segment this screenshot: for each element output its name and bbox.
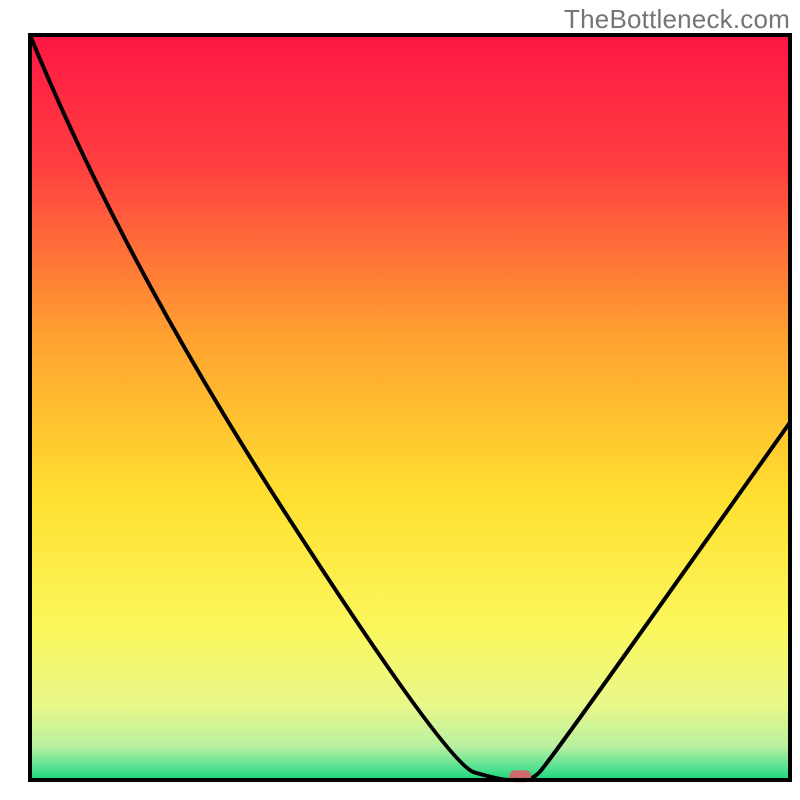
watermark-text: TheBottleneck.com bbox=[564, 4, 790, 35]
bottleneck-chart bbox=[0, 0, 800, 800]
chart-container: TheBottleneck.com bbox=[0, 0, 800, 800]
chart-background bbox=[30, 35, 790, 780]
